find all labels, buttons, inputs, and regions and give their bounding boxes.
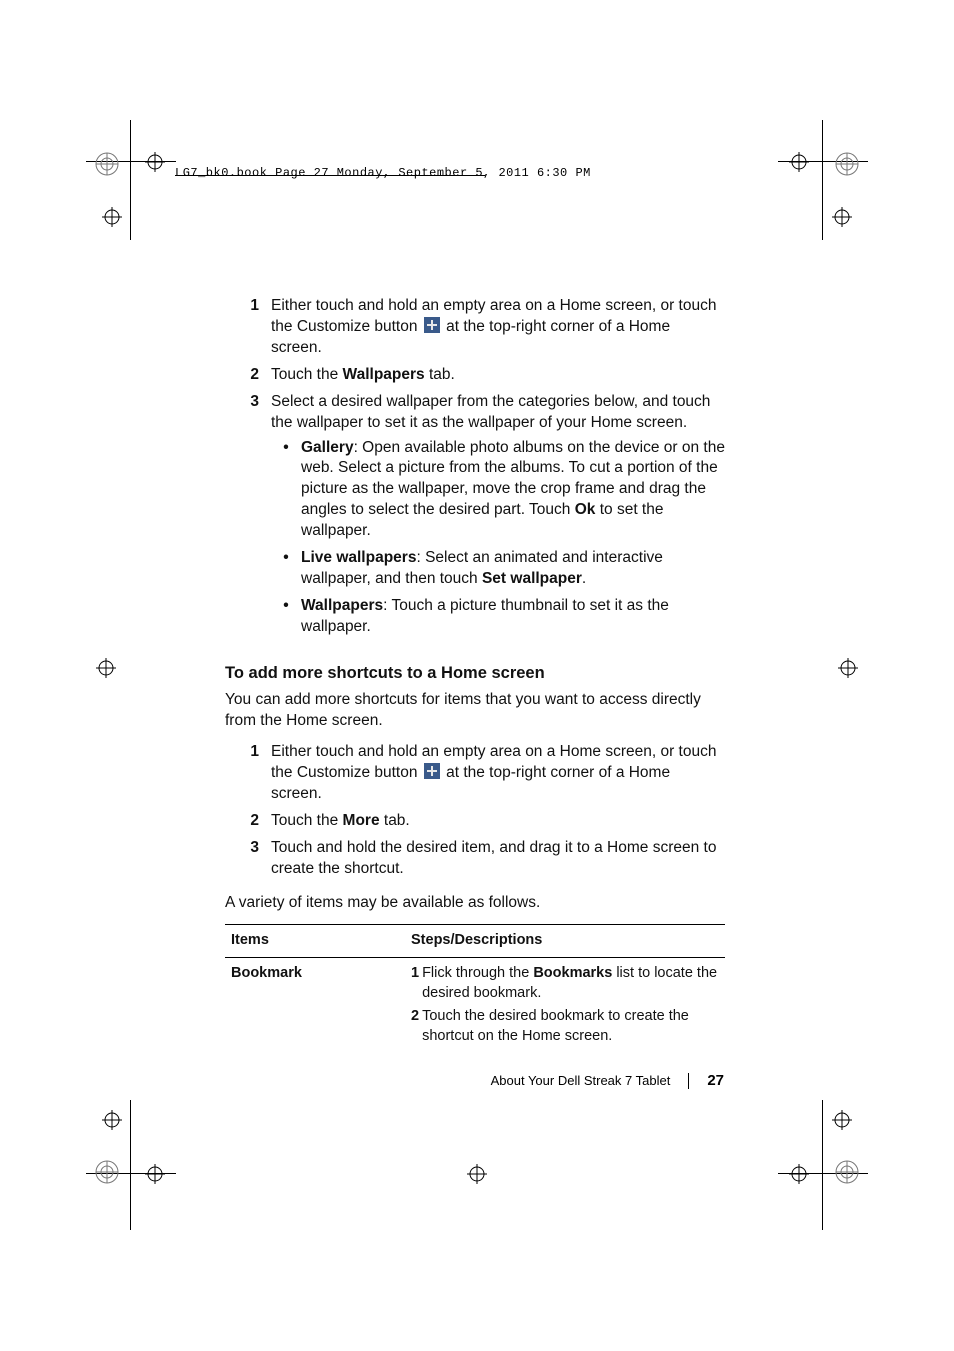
bold-text: Bookmarks <box>533 965 612 981</box>
step-item: 3 Touch and hold the desired item, and d… <box>225 838 725 880</box>
bullet-item: • Wallpapers: Touch a picture thumbnail … <box>271 596 725 638</box>
step-item: 2 Touch the More tab. <box>225 811 725 832</box>
footer-title: About Your Dell Streak 7 Tablet <box>491 1073 671 1088</box>
table-step: 1 Flick through the Bookmarks list to lo… <box>411 964 719 1003</box>
text: tab. <box>380 812 410 829</box>
corner-globe-icon <box>95 152 119 176</box>
table-step: 2 Touch the desired bookmark to create t… <box>411 1007 719 1046</box>
bold-text: Wallpapers <box>343 366 425 383</box>
corner-globe-icon <box>95 1160 119 1184</box>
bullet-text: Live wallpapers: Select an animated and … <box>301 548 725 590</box>
text: Touch the <box>271 812 343 829</box>
step-item: 3 Select a desired wallpaper from the ca… <box>225 392 725 644</box>
step-number: 1 <box>225 742 271 805</box>
table-header: Steps/Descriptions <box>405 925 725 958</box>
bullet-text: Gallery: Open available photo albums on … <box>301 438 725 543</box>
step-item: 1 Either touch and hold an empty area on… <box>225 296 725 359</box>
bullet-dot-icon: • <box>271 548 301 590</box>
reg-mark-icon <box>96 658 116 678</box>
bullet-text: Wallpapers: Touch a picture thumbnail to… <box>301 596 725 638</box>
text: Flick through the <box>422 965 533 981</box>
customize-plus-icon <box>424 317 440 333</box>
step-text: Touch and hold the desired item, and dra… <box>271 838 725 880</box>
reg-mark-icon <box>832 207 852 227</box>
table-cell-steps: 1 Flick through the Bookmarks list to lo… <box>405 957 725 1052</box>
reg-mark-icon <box>789 152 809 172</box>
bullet-item: • Live wallpapers: Select an animated an… <box>271 548 725 590</box>
step-number: 1 <box>411 964 419 1003</box>
step-text: Touch the Wallpapers tab. <box>271 365 725 386</box>
table-cell-item: Bookmark <box>225 957 405 1052</box>
bold-text: Ok <box>575 501 596 518</box>
customize-plus-icon <box>424 763 440 779</box>
bullet-item: • Gallery: Open available photo albums o… <box>271 438 725 543</box>
step-text: Touch the More tab. <box>271 811 725 832</box>
steps-list-1: 1 Either touch and hold an empty area on… <box>225 296 725 644</box>
corner-globe-icon <box>835 1160 859 1184</box>
text: Touch the <box>271 366 343 383</box>
step-text: Either touch and hold an empty area on a… <box>271 742 725 805</box>
steps-list-2: 1 Either touch and hold an empty area on… <box>225 742 725 880</box>
bold-text: More <box>343 812 380 829</box>
step-number: 2 <box>225 365 271 386</box>
section-heading: To add more shortcuts to a Home screen <box>225 662 725 684</box>
reg-mark-icon <box>467 1164 487 1184</box>
bold-text: Live wallpapers <box>301 549 416 566</box>
reg-mark-icon <box>838 658 858 678</box>
reg-mark-icon <box>102 1110 122 1130</box>
paragraph: A variety of items may be available as f… <box>225 893 725 914</box>
step-number: 3 <box>225 838 271 880</box>
reg-mark-icon <box>789 1164 809 1184</box>
reg-mark-icon <box>145 1164 165 1184</box>
step-item: 1 Either touch and hold an empty area on… <box>225 742 725 805</box>
step-text: Touch the desired bookmark to create the… <box>422 1007 719 1046</box>
reg-mark-icon <box>832 1110 852 1130</box>
print-header: LG7_bk0.book Page 27 Monday, September 5… <box>175 166 591 180</box>
step-item: 2 Touch the Wallpapers tab. <box>225 365 725 386</box>
corner-globe-icon <box>835 152 859 176</box>
paragraph: You can add more shortcuts for items tha… <box>225 690 725 732</box>
step-number: 2 <box>411 1007 419 1046</box>
text: Select a desired wallpaper from the cate… <box>271 393 710 431</box>
page-number: 27 <box>707 1072 724 1089</box>
bold-text: Set wallpaper <box>482 570 582 587</box>
bold-text: Gallery <box>301 439 354 456</box>
page-footer: About Your Dell Streak 7 Tablet 27 <box>491 1072 724 1089</box>
step-text: Flick through the Bookmarks list to loca… <box>422 964 719 1003</box>
items-table: Items Steps/Descriptions Bookmark 1 Flic… <box>225 924 725 1052</box>
text: tab. <box>425 366 455 383</box>
table-row: Bookmark 1 Flick through the Bookmarks l… <box>225 957 725 1052</box>
table-header-row: Items Steps/Descriptions <box>225 925 725 958</box>
step-number: 2 <box>225 811 271 832</box>
step-text: Either touch and hold an empty area on a… <box>271 296 725 359</box>
text: . <box>582 570 586 587</box>
step-text: Select a desired wallpaper from the cate… <box>271 392 725 644</box>
table-header: Items <box>225 925 405 958</box>
page-content: 1 Either touch and hold an empty area on… <box>225 296 725 1052</box>
bullet-dot-icon: • <box>271 438 301 543</box>
step-number: 1 <box>225 296 271 359</box>
footer-divider <box>688 1073 689 1089</box>
bold-text: Wallpapers <box>301 597 383 614</box>
bullet-dot-icon: • <box>271 596 301 638</box>
reg-mark-icon <box>102 207 122 227</box>
step-number: 3 <box>225 392 271 644</box>
bullet-list: • Gallery: Open available photo albums o… <box>271 438 725 638</box>
reg-mark-icon <box>145 152 165 172</box>
